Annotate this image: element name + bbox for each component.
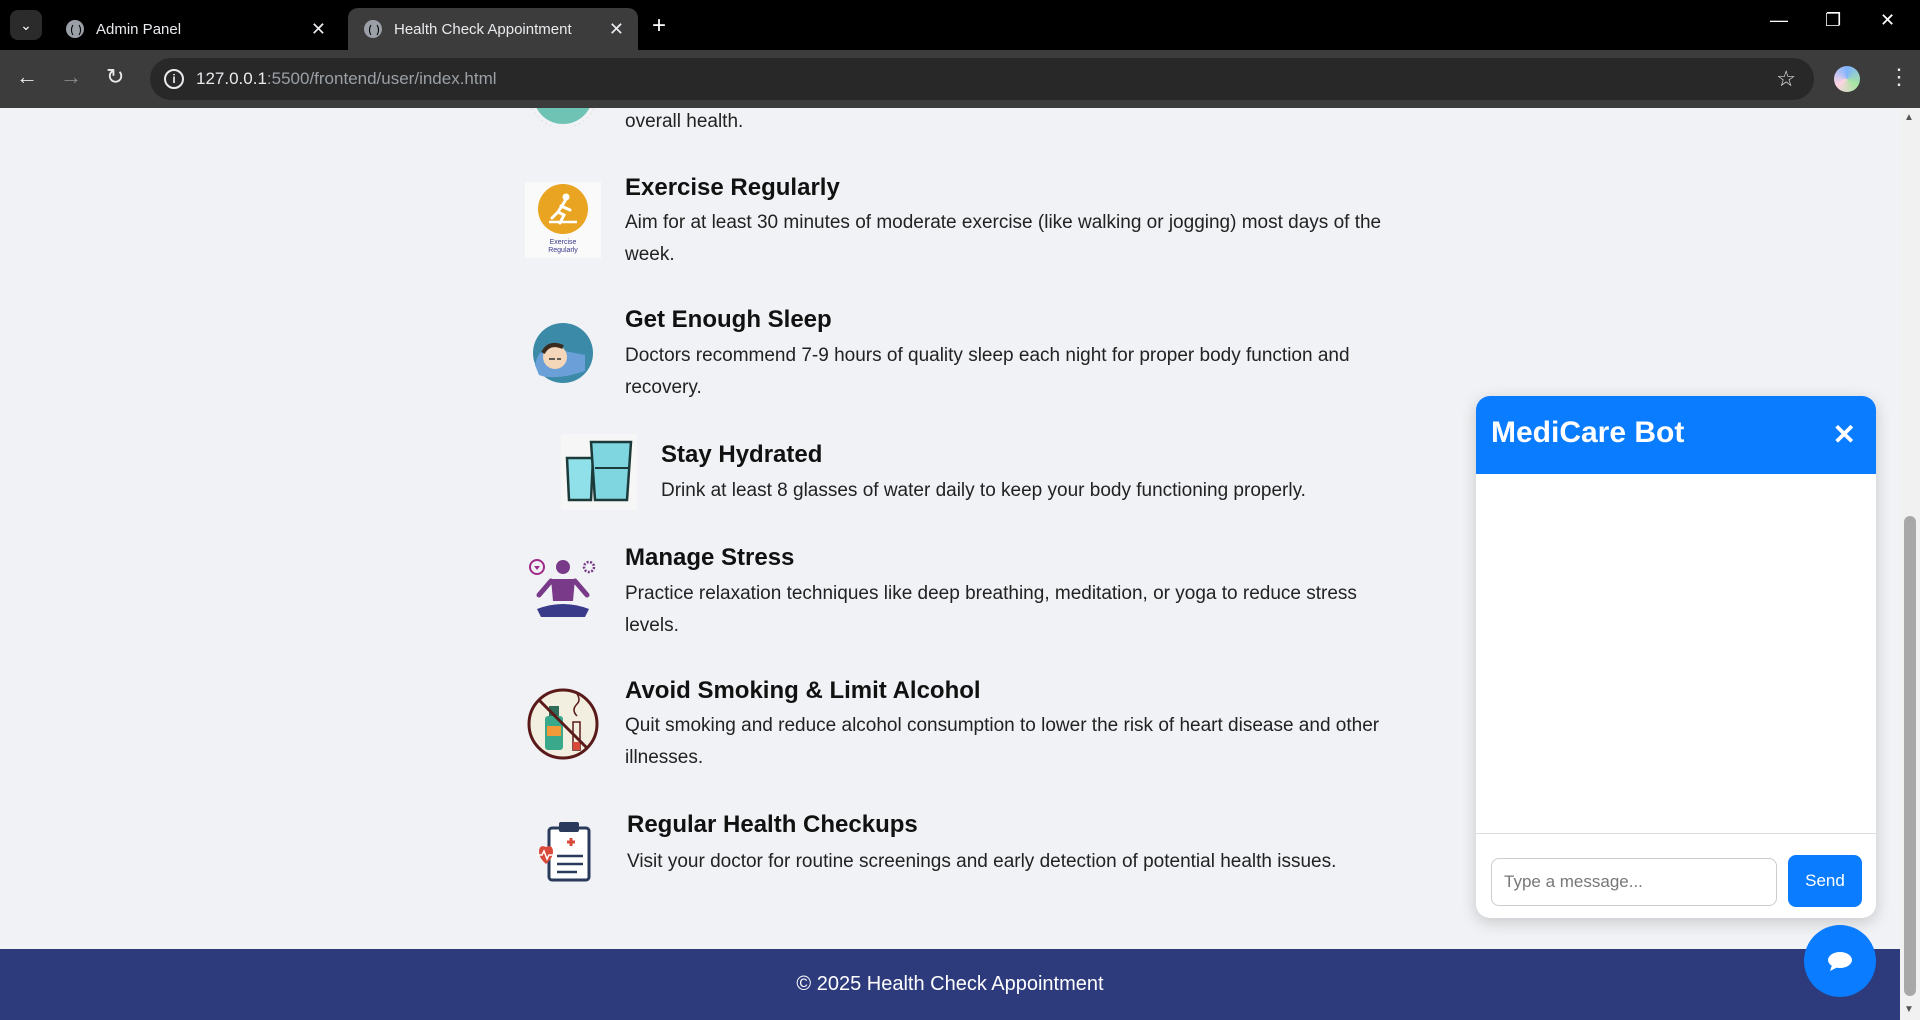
tab-admin-panel[interactable]: Admin Panel ✕ (50, 8, 340, 50)
tab-title: Admin Panel (96, 20, 182, 38)
chatbot-close-icon[interactable]: ✕ (1833, 418, 1856, 451)
tab-search-button[interactable]: ⌄ (10, 10, 42, 40)
exercise-icon-caption-1: Exercise (550, 239, 577, 246)
no-smoking-alcohol-icon (527, 688, 599, 760)
tip-title: Stay Hydrated (661, 441, 823, 468)
url-text: 127.0.0.1:5500/frontend/user/index.html (196, 69, 497, 88)
tip-desc: Quit smoking and reduce alcohol consumpt… (625, 715, 1380, 768)
chat-bubble-icon (1828, 952, 1852, 971)
globe-icon (364, 20, 382, 38)
globe-icon (66, 20, 84, 38)
chatbot-send-button[interactable]: Send (1788, 855, 1862, 907)
chatbot-toggle-button[interactable] (1804, 925, 1876, 997)
chatbot-header: MediCare Bot ✕ (1476, 396, 1876, 474)
browser-tab-bar: ⌄ Admin Panel ✕ Health Check Appointment… (0, 0, 1920, 50)
forward-icon[interactable]: → (60, 64, 82, 90)
footer-text: © 2025 Health Check Appointment (796, 973, 1104, 995)
chatbot-title: MediCare Bot (1491, 416, 1685, 449)
profile-avatar[interactable] (1834, 66, 1860, 92)
chatbot-message-input[interactable] (1491, 858, 1777, 906)
address-bar[interactable]: i 127.0.0.1:5500/frontend/user/index.htm… (150, 58, 1814, 100)
restore-icon[interactable]: ❐ (1825, 10, 1841, 31)
chatbot-window: MediCare Bot ✕ Send (1476, 396, 1876, 918)
scroll-down-arrow-icon[interactable]: ▼ (1904, 1004, 1914, 1015)
tab-close-icon[interactable]: ✕ (311, 19, 326, 40)
tab-close-icon[interactable]: ✕ (609, 19, 624, 40)
tip-title: Regular Health Checkups (627, 811, 918, 838)
tip-desc: Drink at least 8 glasses of water daily … (661, 480, 1306, 501)
site-info-icon[interactable]: i (164, 69, 184, 89)
scroll-up-arrow-icon[interactable]: ▲ (1904, 112, 1914, 123)
tip-desc-partial: overall health. (625, 111, 744, 132)
page-footer: © 2025 Health Check Appointment (0, 949, 1900, 1020)
chatbot-messages[interactable] (1476, 474, 1876, 834)
reload-icon[interactable]: ↻ (106, 64, 124, 90)
back-icon[interactable]: ← (16, 64, 38, 90)
tip-title: Exercise Regularly (625, 174, 840, 201)
clipboard-health-icon (537, 822, 591, 882)
tip-desc: Practice relaxation techniques like deep… (625, 583, 1357, 636)
water-glass-icon (561, 434, 637, 510)
nutrition-icon (531, 108, 595, 126)
tip-desc: Doctors recommend 7-9 hours of quality s… (625, 345, 1350, 398)
tab-health-check[interactable]: Health Check Appointment ✕ (348, 8, 638, 50)
new-tab-button[interactable]: + (652, 12, 666, 40)
browser-toolbar: ← → ↻ i 127.0.0.1:5500/frontend/user/ind… (0, 50, 1920, 108)
scroll-thumb[interactable] (1904, 516, 1916, 996)
sleep-icon (533, 323, 593, 383)
tip-title: Get Enough Sleep (625, 306, 832, 333)
tip-title: Manage Stress (625, 544, 795, 571)
tip-title: Avoid Smoking & Limit Alcohol (625, 677, 981, 704)
page-scrollbar[interactable]: ▲ ▼ (1900, 108, 1920, 1020)
menu-kebab-icon[interactable]: ⋮ (1888, 64, 1910, 90)
window-close-icon[interactable]: ✕ (1880, 10, 1895, 31)
tip-desc: Aim for at least 30 minutes of moderate … (625, 212, 1382, 265)
tip-desc: Visit your doctor for routine screenings… (627, 851, 1337, 872)
minimize-icon[interactable]: — (1770, 10, 1788, 31)
exercise-icon: Exercise Regularly (525, 182, 601, 258)
meditation-icon (529, 559, 596, 617)
tab-title: Health Check Appointment (394, 20, 572, 38)
page-content: overall health. Exercise Regularly Exerc… (0, 108, 1900, 1020)
exercise-icon-caption-2: Regularly (548, 247, 578, 254)
bookmark-star-icon[interactable]: ☆ (1776, 66, 1796, 92)
